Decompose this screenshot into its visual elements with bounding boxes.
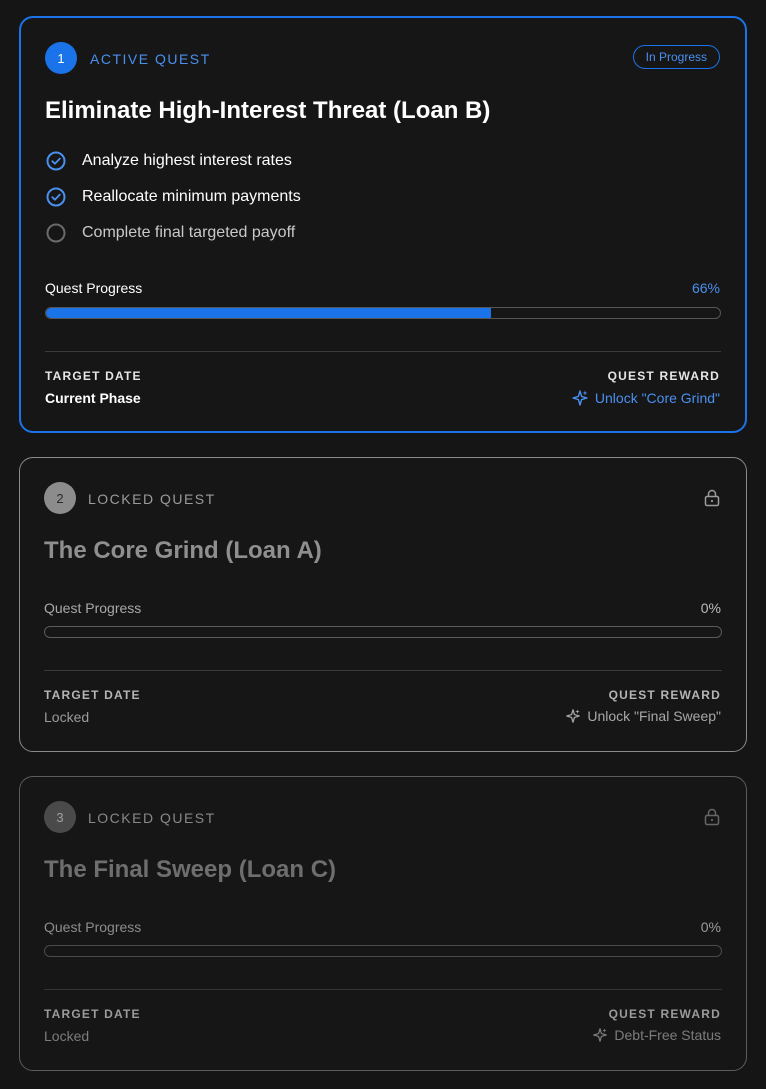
progress-label: Quest Progress — [44, 919, 142, 935]
reward-text: Unlock "Core Grind" — [594, 390, 720, 406]
progress-percent: 0% — [700, 919, 721, 935]
divider — [44, 670, 722, 671]
quest-title: The Final Sweep (Loan C) — [44, 856, 337, 883]
sparkle-icon — [572, 390, 588, 406]
empty-circle-icon — [46, 223, 66, 243]
reward-text: Unlock "Final Sweep" — [587, 708, 721, 724]
lock-icon — [704, 489, 720, 507]
quest-number-badge: 2 — [44, 482, 76, 514]
sparkle-icon — [593, 1028, 608, 1042]
target-date-label: TARGET DATE — [45, 369, 142, 383]
quest-reward-value: Unlock "Core Grind" — [571, 389, 720, 407]
target-date-value: Locked — [44, 709, 90, 725]
progress-percent: 0% — [700, 600, 721, 616]
target-date-value: Locked — [44, 1028, 90, 1044]
target-date-label: TARGET DATE — [44, 688, 141, 702]
status-badge: In Progress — [632, 45, 720, 69]
check-circle-icon — [46, 151, 66, 171]
quest-card-active[interactable]: 1 ACTIVE QUEST In Progress Eliminate Hig… — [19, 16, 747, 433]
divider — [44, 989, 722, 990]
quest-title: The Core Grind (Loan A) — [44, 537, 322, 564]
progress-bar — [44, 945, 722, 957]
progress-fill — [46, 308, 491, 318]
task-item[interactable]: Analyze highest interest rates — [46, 151, 292, 171]
quest-card-locked[interactable]: 3 LOCKED QUEST The Final Sweep (Loan C) … — [19, 776, 747, 1071]
quest-reward-value: Debt-Free Status — [592, 1027, 721, 1043]
quest-reward-value: Unlock "Final Sweep" — [565, 708, 721, 724]
quest-title: Eliminate High-Interest Threat (Loan B) — [45, 97, 491, 124]
task-label: Reallocate minimum payments — [82, 188, 301, 205]
quest-number-badge: 1 — [45, 42, 77, 74]
progress-bar — [45, 307, 721, 319]
quest-kicker: ACTIVE QUEST — [90, 51, 211, 67]
progress-label: Quest Progress — [45, 280, 143, 296]
target-date-label: TARGET DATE — [44, 1007, 141, 1021]
progress-percent: 66% — [691, 280, 720, 296]
lock-icon — [704, 808, 720, 826]
sparkle-icon — [566, 709, 581, 723]
quest-reward-label: QUEST REWARD — [607, 369, 720, 383]
task-item[interactable]: Complete final targeted payoff — [46, 223, 295, 243]
quest-card-locked[interactable]: 2 LOCKED QUEST The Core Grind (Loan A) Q… — [19, 457, 747, 752]
quest-number-badge: 3 — [44, 801, 76, 833]
quest-kicker: LOCKED QUEST — [88, 491, 216, 507]
divider — [45, 351, 721, 352]
task-label: Complete final targeted payoff — [82, 224, 296, 241]
task-item[interactable]: Reallocate minimum payments — [46, 187, 301, 207]
progress-label: Quest Progress — [44, 600, 142, 616]
target-date-value: Current Phase — [45, 390, 141, 406]
quest-reward-label: QUEST REWARD — [608, 1007, 721, 1021]
reward-text: Debt-Free Status — [614, 1027, 721, 1043]
quest-reward-label: QUEST REWARD — [608, 688, 721, 702]
check-circle-icon — [46, 187, 66, 207]
progress-bar — [44, 626, 722, 638]
task-label: Analyze highest interest rates — [82, 152, 292, 169]
quest-kicker: LOCKED QUEST — [88, 810, 216, 826]
